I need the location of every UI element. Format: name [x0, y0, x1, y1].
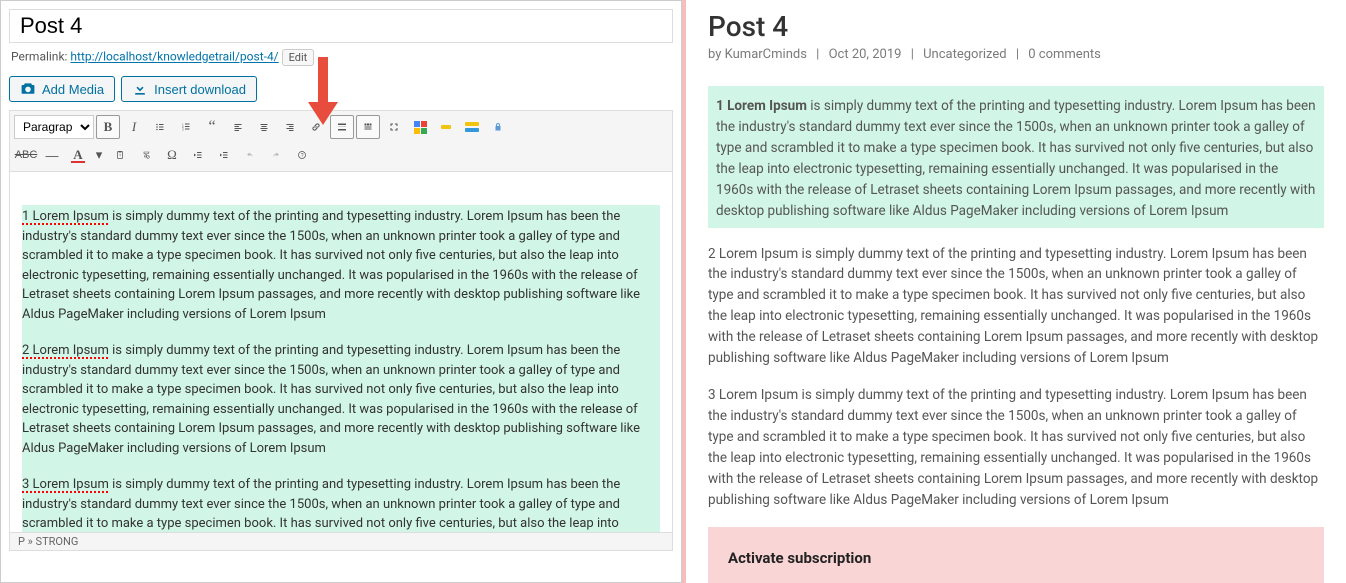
svg-text:?: ?: [301, 153, 304, 159]
meta-author[interactable]: KumarCminds: [725, 47, 807, 62]
align-right-button[interactable]: [278, 115, 302, 139]
google-shortcode-button[interactable]: [408, 115, 432, 139]
special-character-button[interactable]: Ω: [160, 143, 184, 167]
camera-icon: [20, 81, 36, 97]
p2-body: is simply dummy text of the printing and…: [22, 343, 640, 456]
highlight-blue-button[interactable]: [460, 115, 484, 139]
subscribe-heading: Activate subscription: [728, 547, 1304, 570]
permalink-row: Permalink: http://localhost/knowledgetra…: [9, 43, 673, 76]
svg-text:T: T: [119, 154, 122, 158]
permalink-label: Permalink:: [11, 50, 67, 64]
p1-body: is simply dummy text of the printing and…: [22, 209, 640, 322]
align-left-button[interactable]: [226, 115, 250, 139]
clear-formatting-button[interactable]: [134, 143, 158, 167]
bold-button[interactable]: B: [96, 115, 120, 139]
insert-download-label: Insert download: [154, 82, 246, 97]
text-color-button[interactable]: A: [66, 143, 90, 167]
align-center-button[interactable]: [252, 115, 276, 139]
permalink-url[interactable]: http://localhost/knowledgetrail/post-4/: [70, 50, 278, 64]
lock-button[interactable]: [486, 115, 510, 139]
p1-lead: 1 Lorem Ipsum: [22, 209, 109, 225]
paragraph-select[interactable]: Paragraph: [14, 115, 94, 139]
redo-button[interactable]: [264, 143, 288, 167]
paste-text-button[interactable]: T: [108, 143, 132, 167]
pv-p2-lead: 2 Lorem Ipsum: [708, 246, 798, 262]
editor-status-path: P » STRONG: [10, 532, 672, 550]
preview-post-title: Post 4: [708, 10, 1324, 43]
svg-text:3: 3: [182, 128, 184, 132]
editor-pane: Permalink: http://localhost/knowledgetra…: [0, 0, 682, 583]
post-title-input[interactable]: [9, 9, 673, 43]
editor-content-area[interactable]: 1 Lorem Ipsum is simply dummy text of th…: [9, 171, 673, 551]
pv-p1-lead: 1 Lorem Ipsum: [716, 98, 807, 114]
add-media-button[interactable]: Add Media: [9, 76, 115, 102]
pv-p1-body: is simply dummy text of the printing and…: [716, 98, 1316, 219]
p3-lead: 3 Lorem Ipsum: [22, 477, 109, 493]
highlight-yellow-button[interactable]: [434, 115, 458, 139]
editor-toolbar: Paragraph B I 123 “ ABC — A ▾ T: [9, 110, 673, 171]
help-button[interactable]: ?: [290, 143, 314, 167]
undo-button[interactable]: [238, 143, 262, 167]
blockquote-button[interactable]: “: [200, 115, 224, 139]
edit-permalink-button[interactable]: Edit: [282, 49, 315, 66]
outdent-button[interactable]: [186, 143, 210, 167]
download-icon: [132, 81, 148, 97]
numbered-list-button[interactable]: 123: [174, 115, 198, 139]
insert-download-button[interactable]: Insert download: [121, 76, 257, 102]
bulleted-list-button[interactable]: [148, 115, 172, 139]
pv-p3-body: is simply dummy text of the printing and…: [708, 387, 1318, 508]
strikethrough-button[interactable]: ABC: [14, 143, 38, 167]
italic-button[interactable]: I: [122, 115, 146, 139]
toolbar-toggle-button[interactable]: [356, 115, 380, 139]
preview-pane: Post 4 by KumarCminds | Oct 20, 2019 | U…: [682, 0, 1346, 583]
subscribe-box: Activate subscription To view this post …: [708, 527, 1324, 583]
meta-comments[interactable]: 0 comments: [1028, 47, 1101, 62]
media-buttons-row: Add Media Insert download: [9, 76, 673, 102]
pv-p3-lead: 3 Lorem Ipsum: [708, 387, 798, 403]
fullscreen-button[interactable]: [382, 115, 406, 139]
text-color-dropdown[interactable]: ▾: [92, 143, 106, 167]
horizontal-rule-button[interactable]: —: [40, 143, 64, 167]
preview-post-meta: by KumarCminds | Oct 20, 2019 | Uncatego…: [708, 47, 1324, 62]
pv-p2-body: is simply dummy text of the printing and…: [708, 246, 1318, 367]
p2-lead: 2 Lorem Ipsum: [22, 343, 109, 359]
add-media-label: Add Media: [42, 82, 104, 97]
indent-button[interactable]: [212, 143, 236, 167]
meta-date: Oct 20, 2019: [829, 47, 902, 62]
link-button[interactable]: [304, 115, 328, 139]
read-more-button[interactable]: [330, 115, 354, 139]
meta-category[interactable]: Uncategorized: [923, 47, 1006, 62]
